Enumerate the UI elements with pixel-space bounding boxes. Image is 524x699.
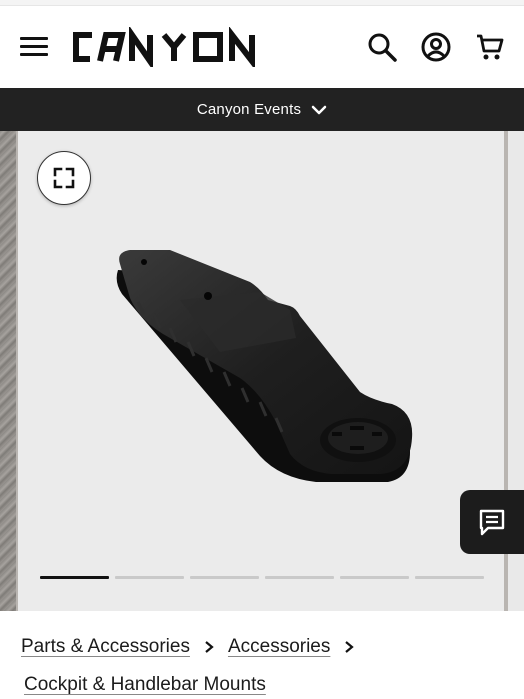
account-icon[interactable] [420,31,452,63]
gallery-pagination [40,576,484,579]
product-image [110,242,420,492]
breadcrumb-cockpit-handlebar-mounts[interactable]: Cockpit & Handlebar Mounts [24,674,266,696]
slide-indicator-6[interactable] [415,576,484,579]
breadcrumb-parts-accessories[interactable]: Parts & Accessories [21,636,190,658]
top-edge [0,0,524,6]
chat-button[interactable] [460,490,524,554]
chat-message-icon [479,509,505,536]
slide-indicator-4[interactable] [265,576,334,579]
slide-indicator-1[interactable] [40,576,109,579]
breadcrumb-accessories[interactable]: Accessories [228,636,330,658]
fullscreen-expand-icon [53,167,75,189]
search-icon[interactable] [366,31,398,63]
chevron-right-icon [205,641,214,653]
slide-indicator-5[interactable] [340,576,409,579]
fullscreen-expand-button[interactable] [37,151,91,205]
cart-icon[interactable] [474,31,506,63]
hamburger-menu-icon[interactable] [20,35,48,59]
breadcrumb: Parts & Accessories Accessories Cockpit … [21,633,511,699]
chevron-right-icon [345,641,355,653]
chevron-down-icon [311,105,327,114]
canyon-logo[interactable] [70,27,262,67]
site-header [0,7,524,87]
events-label: Canyon Events [196,101,302,118]
events-dropdown[interactable]: Canyon Events [0,88,524,131]
previous-slide-peek[interactable] [0,131,16,611]
slide-indicator-2[interactable] [115,576,184,579]
slide-indicator-3[interactable] [190,576,259,579]
